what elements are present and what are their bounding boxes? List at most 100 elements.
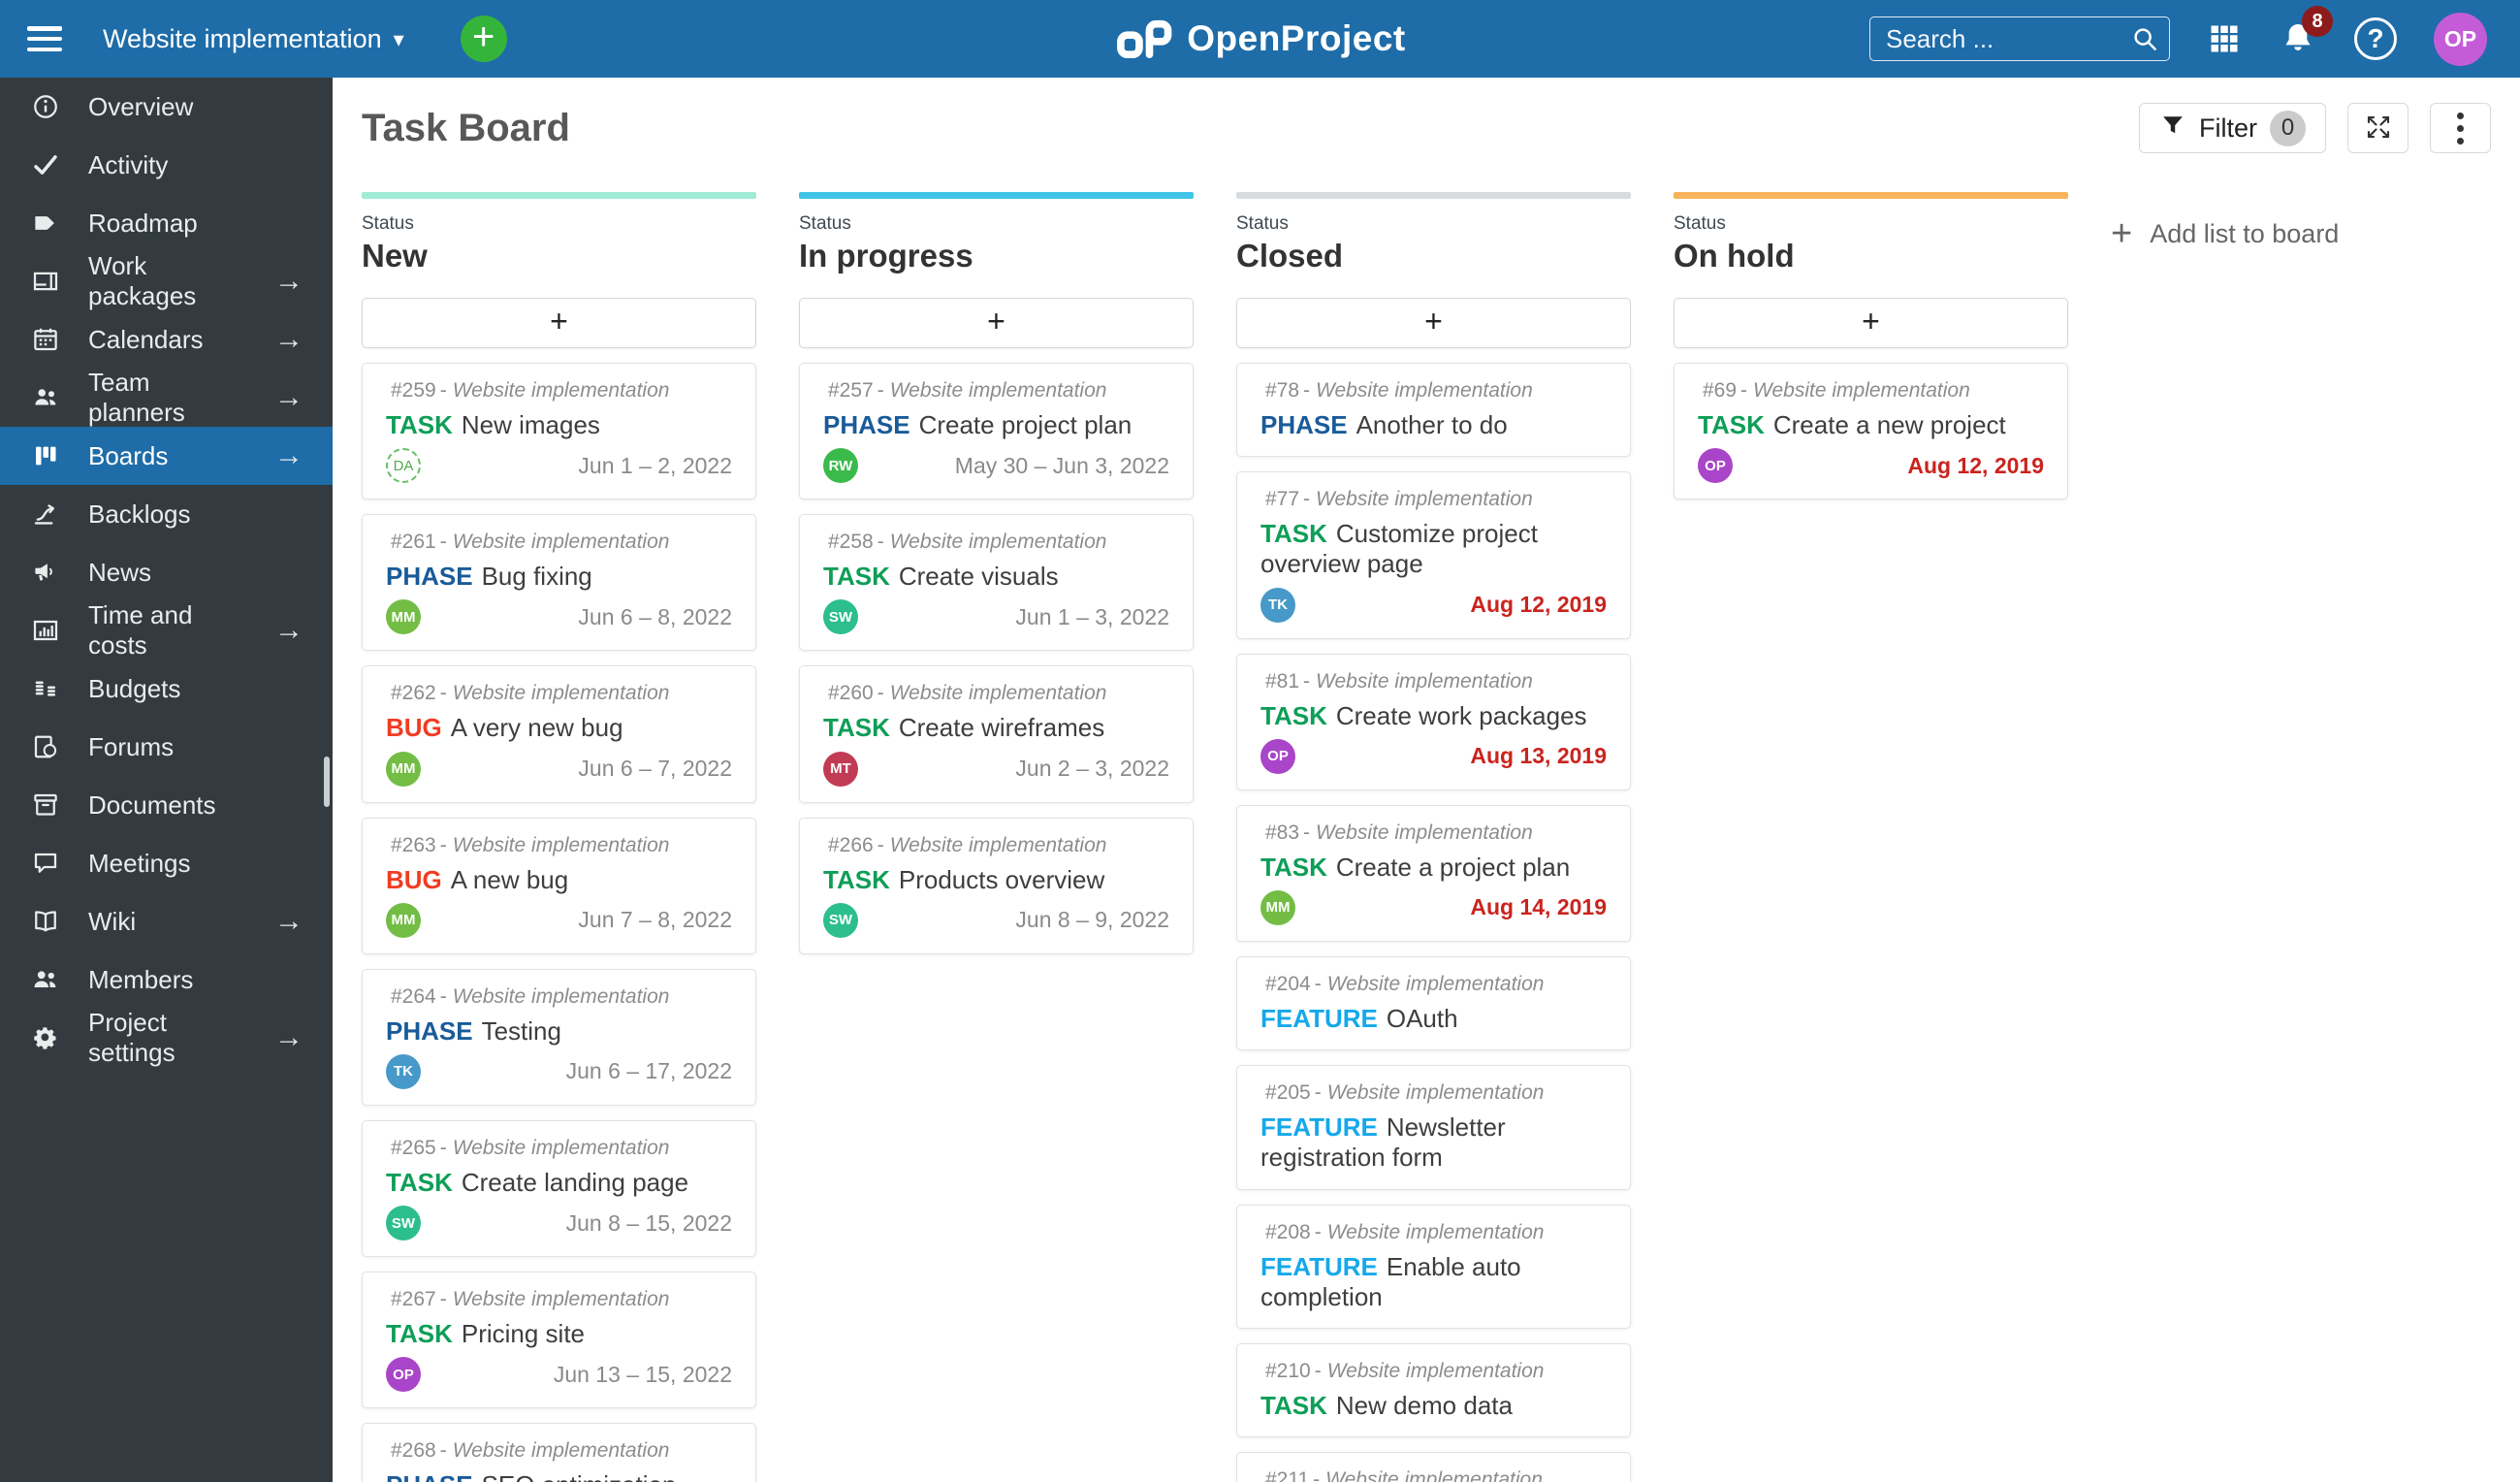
- work-package-card[interactable]: #78- Website implementation PHASE Another …: [1236, 363, 1631, 458]
- card-footer: OP Aug 12, 2019: [1698, 448, 2044, 484]
- add-card-button[interactable]: +: [799, 298, 1194, 348]
- work-package-card[interactable]: #268-Website implementation PHASE SEO opt…: [362, 1423, 756, 1482]
- work-package-card[interactable]: #208- Website implementation FEATURE Enabl…: [1236, 1204, 1631, 1329]
- assignee-avatar[interactable]: MM: [386, 599, 421, 635]
- card-list: #78- Website implementation PHASE Another …: [1236, 363, 1631, 1482]
- work-package-id: #204: [1265, 972, 1311, 995]
- user-avatar-button[interactable]: OP: [2434, 12, 2487, 66]
- work-package-card[interactable]: #83- Website implementation TASK Create a …: [1236, 804, 1631, 942]
- bubble-icon: [29, 847, 62, 880]
- work-package-card[interactable]: #77- Website implementation TASK Customize…: [1236, 471, 1631, 639]
- work-package-id: #264: [391, 984, 436, 1008]
- sidebar-item-roadmap[interactable]: Roadmap →: [0, 194, 333, 252]
- sidebar-item-meetings[interactable]: Meetings →: [0, 834, 333, 892]
- work-package-card[interactable]: #263- Website implementation BUG A new bug…: [362, 817, 756, 954]
- add-list-button[interactable]: + Add list to board: [2111, 215, 2339, 252]
- work-package-type: FEATURE: [1260, 1112, 1378, 1143]
- sidebar-item-work-packages[interactable]: Work packages →: [0, 251, 333, 310]
- work-package-type: TASK: [386, 410, 453, 439]
- sidebar-item-news[interactable]: News →: [0, 543, 333, 601]
- work-package-card[interactable]: #259- Website implementation TASK New imag…: [362, 363, 756, 500]
- help-button[interactable]: ?: [2354, 17, 2397, 60]
- card-footer: OP Aug 13, 2019: [1260, 738, 1607, 774]
- work-package-card[interactable]: #258- Website implementation TASK Create v…: [799, 514, 1194, 652]
- work-package-type: BUG: [386, 864, 442, 894]
- sidebar-item-project-settings[interactable]: Project settings →: [0, 1008, 333, 1067]
- add-card-button[interactable]: +: [1236, 298, 1631, 348]
- assignee-avatar[interactable]: OP: [1260, 738, 1295, 774]
- card-header: #211- Website implementation: [1260, 1468, 1607, 1482]
- sidebar-item-time-and-costs[interactable]: Time and costs →: [0, 600, 333, 660]
- assignee-avatar[interactable]: OP: [1698, 448, 1733, 484]
- card-header: #264- Website implementation: [391, 984, 670, 1008]
- assignee-avatar[interactable]: SW: [386, 1206, 421, 1241]
- work-package-card[interactable]: #81- Website implementation TASK Create wo…: [1236, 653, 1631, 790]
- card-project-name: Website implementation: [452, 531, 670, 554]
- sidebar-item-budgets[interactable]: Budgets →: [0, 660, 333, 718]
- arrow-right-icon: →: [274, 265, 303, 297]
- card-dates: Jun 1 – 3, 2022: [1015, 603, 1169, 629]
- work-package-card[interactable]: #266- Website implementation TASK Products…: [799, 817, 1194, 954]
- sidebar-item-forums[interactable]: Forums →: [0, 718, 333, 776]
- add-card-button[interactable]: +: [362, 298, 756, 348]
- assignee-avatar[interactable]: MM: [386, 902, 421, 938]
- filter-button[interactable]: Filter 0: [2139, 103, 2326, 153]
- assignee-avatar[interactable]: DA: [386, 448, 421, 484]
- assignee-avatar[interactable]: RW: [823, 448, 858, 484]
- work-package-card[interactable]: #265- Website implementation TASK Create l…: [362, 1119, 756, 1258]
- search-icon[interactable]: [2130, 24, 2159, 53]
- assignee-avatar[interactable]: SW: [823, 902, 858, 938]
- assignee-avatar[interactable]: MT: [823, 751, 858, 787]
- apps-grid-button[interactable]: [2207, 21, 2242, 56]
- assignee-avatar[interactable]: SW: [823, 599, 858, 635]
- assignee-avatar[interactable]: TK: [1260, 587, 1295, 623]
- card-title: TASK Create wireframes: [823, 713, 1169, 743]
- card-header: #77- Website implementation: [1265, 488, 1533, 511]
- assignee-avatar[interactable]: MM: [386, 751, 421, 787]
- add-card-button[interactable]: +: [1674, 298, 2068, 348]
- work-package-card[interactable]: #205- Website implementation FEATURE Newsl…: [1236, 1065, 1631, 1190]
- check-icon: [29, 148, 62, 181]
- sidebar-item-documents[interactable]: Documents →: [0, 776, 333, 834]
- work-package-title: Create a new project: [1772, 410, 2006, 439]
- assignee-avatar[interactable]: MM: [1260, 889, 1295, 925]
- card-title: BUG A new bug: [386, 865, 732, 895]
- sidebar-item-members[interactable]: Members →: [0, 950, 333, 1009]
- work-package-card[interactable]: #210- Website implementation TASK New demo…: [1236, 1342, 1631, 1438]
- card-header: #259- Website implementation: [391, 379, 670, 402]
- fullscreen-button[interactable]: [2347, 103, 2408, 153]
- hamburger-menu-button[interactable]: [27, 26, 62, 51]
- card-project-name: Website implementation: [1326, 972, 1545, 995]
- tag-icon: [29, 207, 62, 240]
- topbar-actions: 8 ? OP: [1869, 6, 2520, 66]
- work-package-card[interactable]: #69- Website implementation TASK Create a …: [1674, 363, 2068, 500]
- card-project-name: Website implementation: [1325, 1468, 1543, 1482]
- work-package-card[interactable]: #204- Website implementation FEATURE OAuth: [1236, 955, 1631, 1051]
- search-input[interactable]: [1870, 17, 2169, 60]
- card-project-name: Website implementation: [452, 833, 670, 856]
- sidebar-item-boards[interactable]: Boards →: [0, 427, 333, 485]
- assignee-avatar[interactable]: TK: [386, 1053, 421, 1089]
- work-package-card[interactable]: #261- Website implementation PHASE Bug fix…: [362, 514, 756, 652]
- more-options-button[interactable]: [2430, 103, 2491, 153]
- work-package-card[interactable]: #264- Website implementation PHASE Testing…: [362, 968, 756, 1106]
- assignee-avatar[interactable]: OP: [386, 1357, 421, 1393]
- work-package-card[interactable]: #262- Website implementation BUG A very ne…: [362, 665, 756, 803]
- work-package-card[interactable]: #260- Website implementation TASK Create w…: [799, 665, 1194, 803]
- work-package-card[interactable]: #267- Website implementation TASK Pricing …: [362, 1272, 756, 1409]
- sidebar-scrollbar[interactable]: [324, 757, 330, 807]
- sidebar-item-overview[interactable]: Overview →: [0, 78, 333, 136]
- sidebar-item-calendars[interactable]: Calendars →: [0, 310, 333, 369]
- work-package-card[interactable]: #211-Website implementation FEATUREThumb…: [1236, 1452, 1631, 1482]
- sidebar-item-backlogs[interactable]: Backlogs →: [0, 485, 333, 543]
- card-project-name: Website implementation: [1316, 821, 1533, 844]
- project-select[interactable]: Website implementation ▾: [103, 24, 404, 54]
- work-package-card[interactable]: #257- Website implementation PHASE Create …: [799, 363, 1194, 500]
- sidebar-item-wiki[interactable]: Wiki →: [0, 892, 333, 950]
- sidebar-item-activity[interactable]: Activity →: [0, 136, 333, 194]
- column-name: On hold: [1674, 238, 1795, 274]
- sidebar-item-team-planners[interactable]: Team planners →: [0, 368, 333, 427]
- global-search: [1869, 16, 2170, 61]
- global-add-button[interactable]: +: [460, 16, 507, 62]
- notifications-button[interactable]: 8: [2279, 6, 2333, 58]
